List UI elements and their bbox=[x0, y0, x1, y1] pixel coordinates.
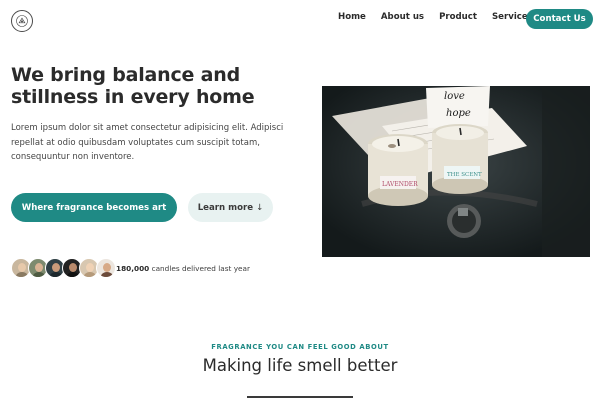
hero-description: Lorem ipsum dolor sit amet consectetur a… bbox=[11, 123, 284, 163]
jar-right-label: THE SCENT bbox=[447, 172, 482, 178]
logo-icon[interactable] bbox=[11, 10, 33, 32]
jar-left-label: LAVENDER bbox=[382, 181, 418, 188]
avatar bbox=[96, 258, 116, 278]
book-word-2: hope bbox=[446, 108, 471, 119]
delivered-text: candles delivered last year bbox=[151, 264, 250, 273]
learn-more-button[interactable]: Learn more ↓ bbox=[188, 193, 273, 222]
arrow-down-icon: ↓ bbox=[256, 202, 264, 213]
section-title: Making life smell better bbox=[202, 356, 398, 375]
delivered-stat: 180,000 candles delivered last year bbox=[116, 264, 250, 273]
hero-image: love hope LAVENDER THE SCENT bbox=[322, 86, 590, 257]
delivered-count: 180,000 bbox=[116, 264, 150, 273]
candle-jar-right: THE SCENT bbox=[432, 124, 488, 194]
customer-avatars bbox=[11, 258, 116, 278]
nav-item-about-us[interactable]: About us bbox=[381, 12, 424, 22]
section-eyebrow: FRAGRANCE YOU CAN FEEL GOOD ABOUT bbox=[211, 343, 389, 351]
nav-item-product[interactable]: Product bbox=[439, 12, 477, 22]
main-nav: Home About us Product Services bbox=[338, 12, 533, 22]
learn-more-label: Learn more bbox=[197, 202, 254, 213]
primary-cta-button[interactable]: Where fragrance becomes art bbox=[11, 193, 177, 222]
hero-title: We bring balance and stillness in every … bbox=[11, 64, 255, 108]
contact-us-button[interactable]: Contact Us bbox=[526, 9, 593, 29]
nav-item-home[interactable]: Home bbox=[338, 12, 366, 22]
candles-photo: love hope LAVENDER THE SCENT bbox=[322, 86, 590, 257]
book-word-1: love bbox=[444, 91, 465, 102]
candle-jar-left: LAVENDER bbox=[368, 134, 428, 206]
section-divider bbox=[247, 396, 353, 398]
